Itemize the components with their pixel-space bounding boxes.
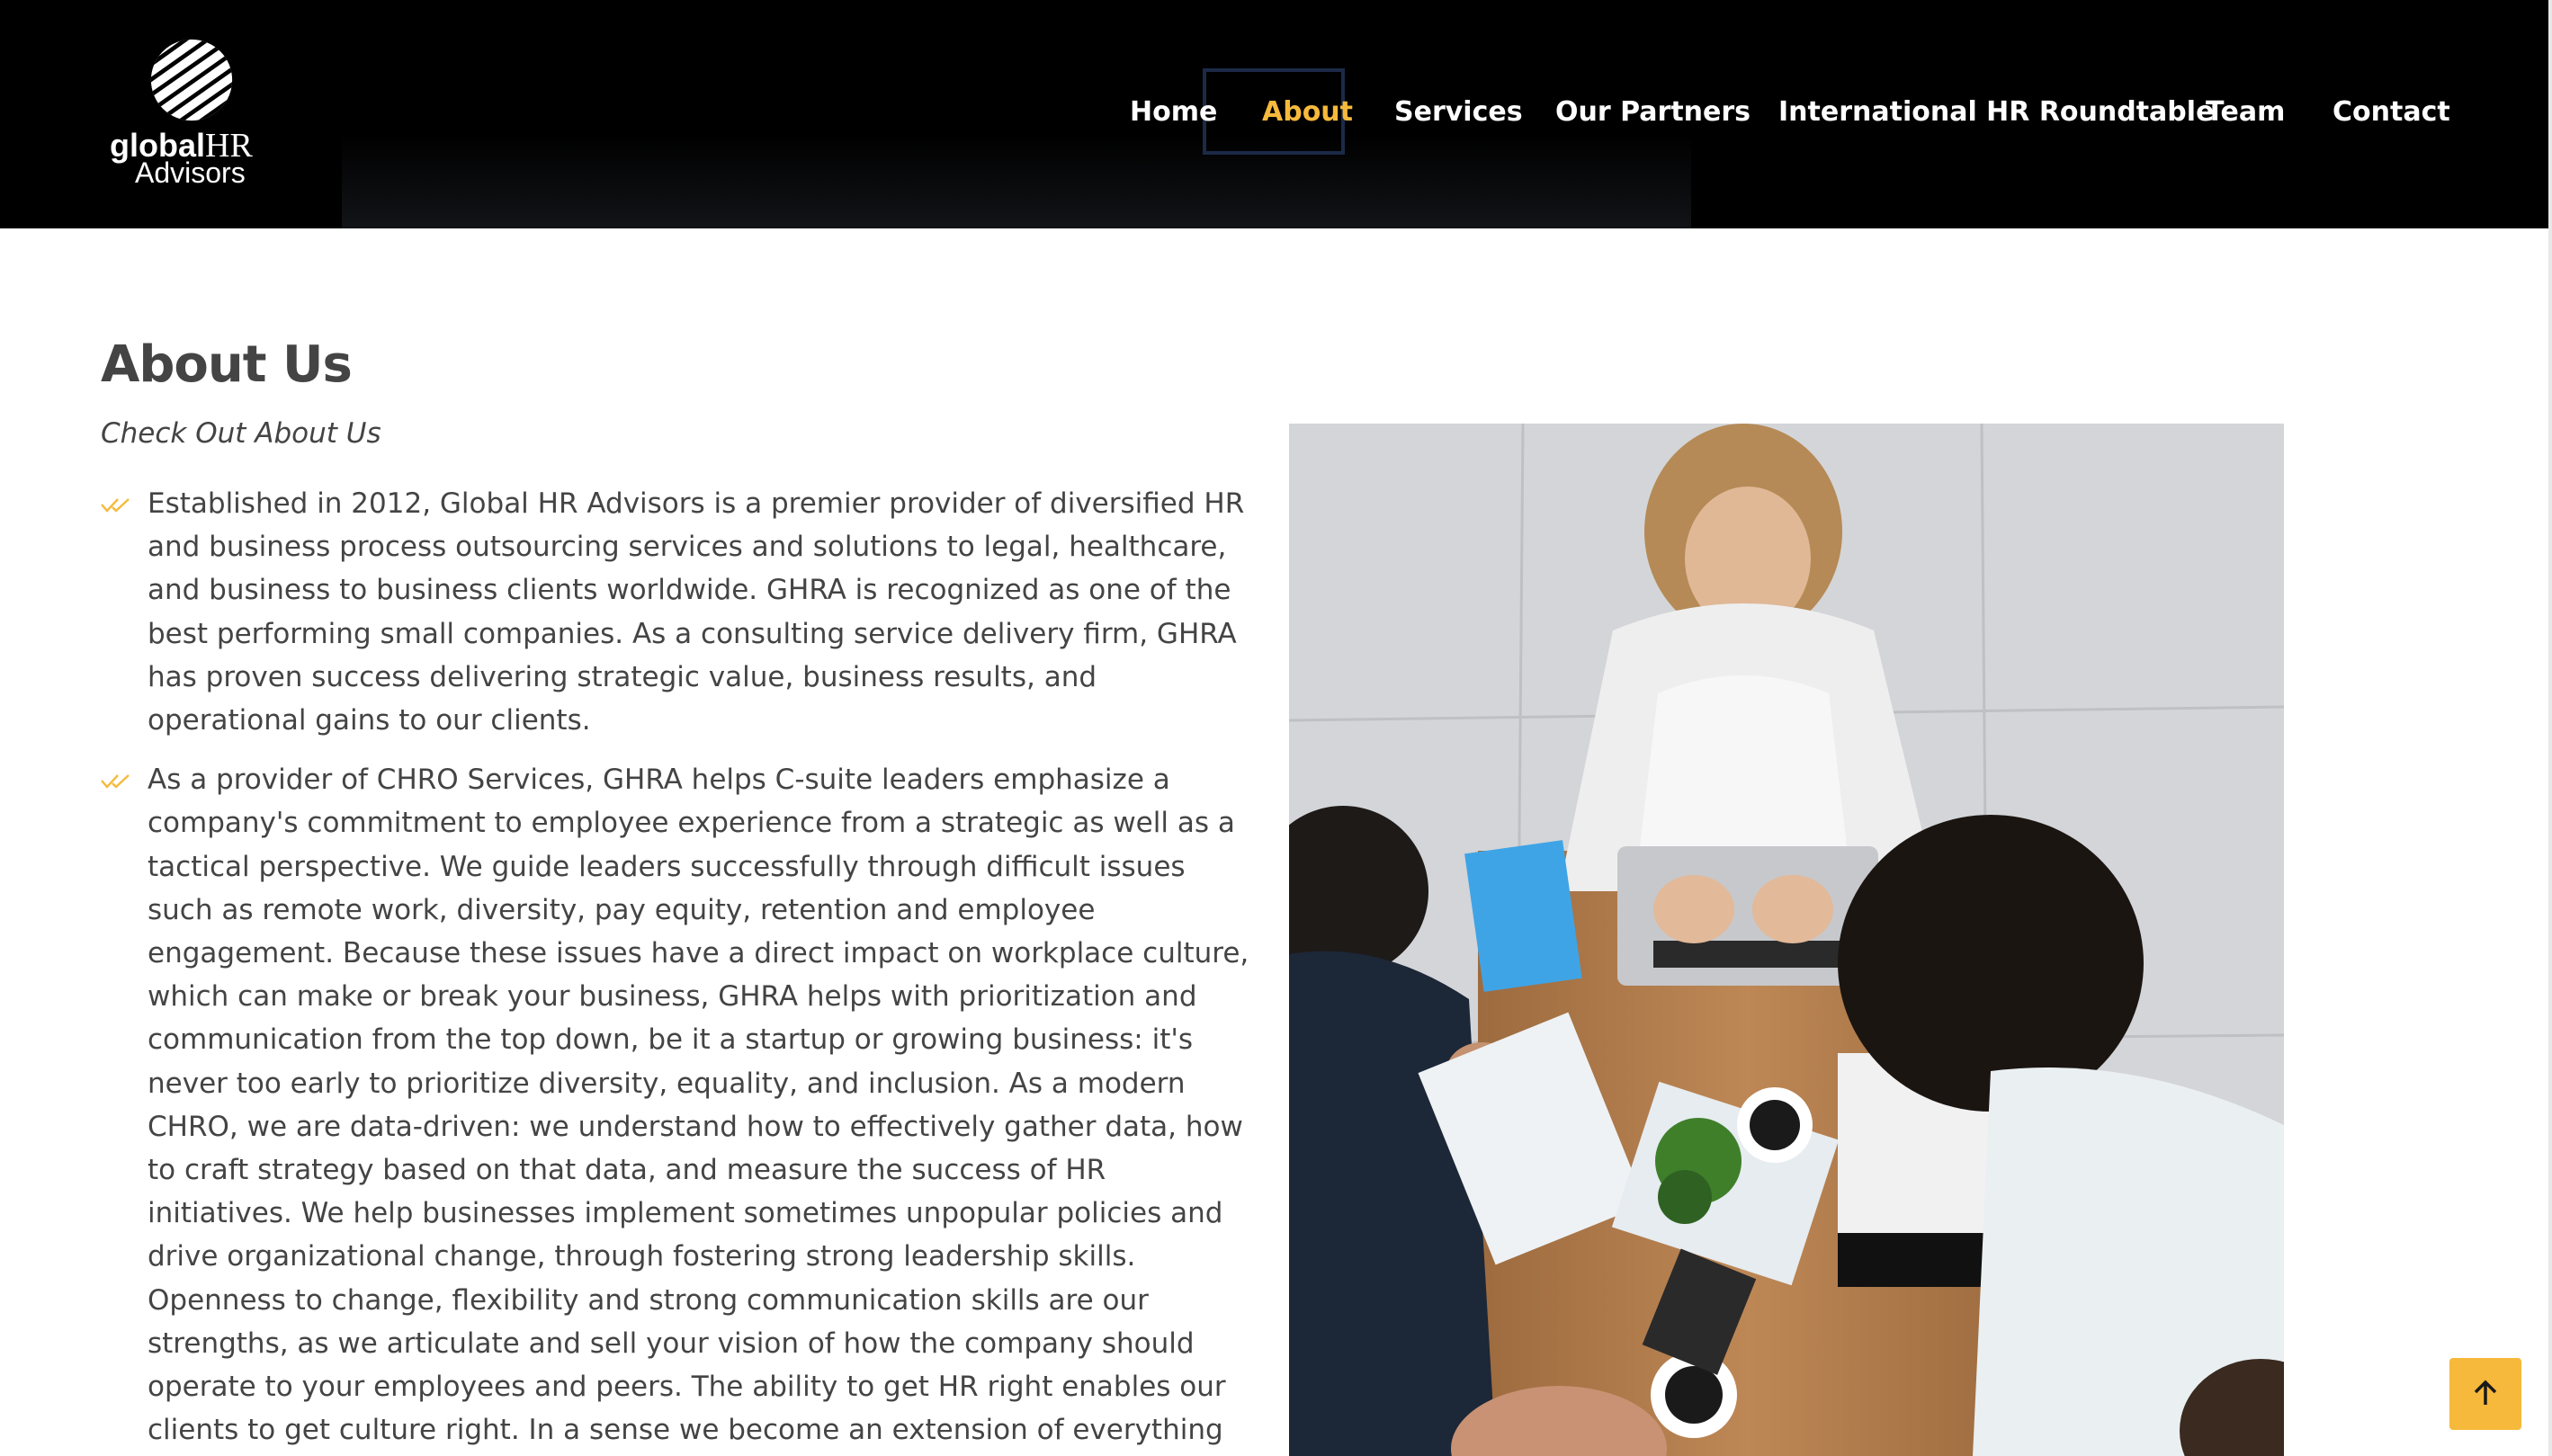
- nav-about[interactable]: About: [1262, 90, 1353, 135]
- nav-services[interactable]: Services: [1394, 90, 1523, 135]
- bullet-text: Established in 2012, Global HR Advisors …: [148, 487, 1245, 737]
- header-background-image: [342, 135, 1691, 228]
- double-check-icon: [101, 774, 130, 790]
- site-logo[interactable]: globalHR Advisors: [106, 34, 277, 189]
- bullet-text: As a provider of CHRO Services, GHRA hel…: [148, 764, 1249, 1447]
- nav-our-partners[interactable]: Our Partners: [1555, 90, 1751, 135]
- nav-international-hr-roundtable[interactable]: International HR Roundtable: [1778, 90, 2214, 135]
- logo-tagline: Advisors: [135, 156, 246, 189]
- list-item: Established in 2012, Global HR Advisors …: [101, 482, 1252, 742]
- page-title: About Us: [101, 335, 353, 394]
- about-bullet-list: Established in 2012, Global HR Advisors …: [101, 482, 1252, 1456]
- nav-team[interactable]: Team: [2206, 90, 2285, 135]
- about-photo: [1289, 424, 2284, 1456]
- meeting-photo-illustration: [1289, 424, 2284, 1456]
- nav-home[interactable]: Home: [1130, 90, 1217, 135]
- page-subtitle: Check Out About Us: [101, 417, 381, 450]
- page-scrollbar[interactable]: [2548, 0, 2552, 1456]
- back-to-top-button[interactable]: [2449, 1358, 2521, 1430]
- nav-contact[interactable]: Contact: [2333, 90, 2450, 135]
- double-check-icon: [101, 498, 130, 513]
- arrow-up-icon: [2474, 1380, 2497, 1405]
- list-item: As a provider of CHRO Services, GHRA hel…: [101, 758, 1252, 1456]
- striped-globe-icon: [150, 39, 233, 121]
- site-header: globalHR Advisors Home About Services Ou…: [0, 0, 2552, 228]
